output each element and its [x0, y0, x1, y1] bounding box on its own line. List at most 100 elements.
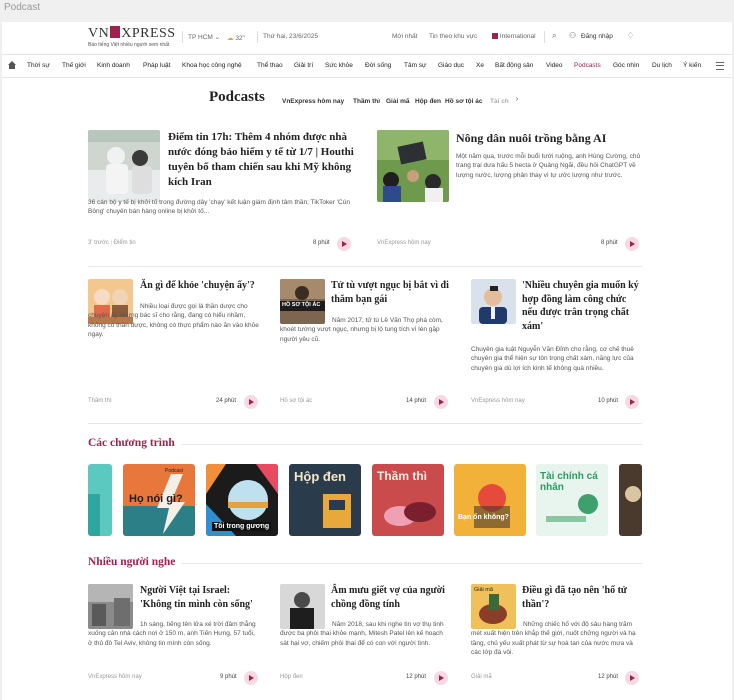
article-category[interactable]: VnExpress hôm nay [471, 398, 525, 404]
article-category[interactable]: VnExpress hôm nay [377, 240, 431, 246]
article-category[interactable]: Điểm tin [114, 240, 136, 246]
nav-item[interactable]: Thể thao [257, 62, 283, 69]
play-button[interactable] [625, 671, 639, 685]
region-news-link[interactable]: Tin theo khu vực [429, 33, 477, 40]
article-category[interactable]: Thầm thì [88, 398, 112, 404]
nav-item[interactable]: Du lịch [652, 62, 672, 69]
article-time: 3' trước [88, 240, 109, 246]
article-title[interactable]: Tử tù vượt ngục bị bắt vì đi thăm bạn gá… [331, 279, 453, 306]
menu-icon[interactable] [716, 62, 724, 70]
article-title[interactable]: 'Nhiều chuyên gia muốn ký hợp đồng làm c… [522, 279, 642, 333]
article-category[interactable]: Hộp đen [280, 674, 303, 680]
nav-item[interactable]: Đời sống [365, 62, 391, 69]
article-thumbnail[interactable] [88, 130, 160, 202]
nav-item[interactable]: Podcasts [574, 62, 601, 69]
play-button[interactable] [434, 671, 448, 685]
search-icon[interactable]: ⌕ [552, 31, 556, 41]
program-card-partial[interactable] [88, 464, 112, 536]
featured-article-title[interactable]: Nông dân nuôi trồng bằng AI [456, 130, 642, 146]
bell-icon[interactable]: ♢ [627, 31, 634, 40]
weather: ☁ 32o [227, 33, 245, 43]
nav-item[interactable]: Ý kiến [683, 62, 701, 69]
user-icon: ⚇ [569, 31, 577, 40]
section-line [182, 444, 642, 445]
article-title[interactable]: Âm mưu giết vợ của người chồng đồng tính [331, 584, 453, 611]
article-thumbnail[interactable] [471, 279, 516, 324]
article-meta: 3' trước | Điểm tin [88, 240, 136, 246]
browser-tab-title: Podcast [4, 2, 41, 13]
program-card[interactable]: Thầm thì [372, 464, 444, 536]
site-header: VN XPRESS Báo tiếng Việt nhiều người xem … [2, 22, 732, 54]
play-button[interactable] [337, 237, 351, 251]
play-button[interactable] [434, 395, 448, 409]
program-name: Thầm thì [377, 469, 427, 483]
home-icon[interactable] [7, 60, 17, 70]
nav-item[interactable]: Góc nhìn [613, 62, 639, 69]
podcast-tab[interactable]: Thầm thì [353, 98, 380, 105]
nav-item[interactable]: Tâm sự [404, 62, 426, 69]
nav-item[interactable]: Bất động sản [495, 62, 533, 69]
article-title[interactable]: Người Việt tại Israel: 'Không tin mình c… [140, 584, 262, 611]
program-card[interactable]: Bạn ổn không? [454, 464, 526, 536]
play-button[interactable] [244, 671, 258, 685]
location-label: TP HCM [188, 34, 213, 41]
article-category[interactable]: VnExpress hôm nay [88, 674, 142, 680]
program-card[interactable]: Tôi trong gương [206, 464, 278, 536]
current-date: Thứ hai, 23/6/2025 [263, 33, 318, 40]
nav-item[interactable]: Giải trí [294, 62, 313, 69]
divider [544, 31, 545, 43]
latest-link[interactable]: Mới nhất [392, 33, 418, 40]
site-logo[interactable]: VN XPRESS [88, 26, 176, 42]
international-link[interactable]: International [492, 33, 536, 40]
program-card-partial[interactable] [619, 464, 642, 536]
article-category[interactable]: Giải mã [471, 674, 492, 680]
divider [182, 31, 183, 43]
thumbnail-label: Giải mã [474, 587, 493, 593]
podcast-tab[interactable]: VnExpress hôm nay [282, 98, 344, 105]
duration: 24 phút [216, 398, 237, 404]
article-desc: Năm 2018, sau khi nghe tin vợ thụ tinh đ… [280, 621, 444, 647]
article-thumbnail[interactable] [377, 130, 449, 202]
nav-item[interactable]: Pháp luật [143, 62, 170, 69]
divider [88, 266, 642, 267]
e-icon [492, 33, 498, 39]
nav-item[interactable]: Giáo dục [438, 62, 464, 69]
program-card[interactable]: Tài chính cá nhân [536, 464, 608, 536]
podcast-tab[interactable]: Giải mã [386, 98, 409, 105]
featured-article-desc: 36 cán bộ y tế bị khởi tố trong đường dâ… [88, 199, 350, 216]
location-selector[interactable]: TP HCM ⌄ [188, 33, 220, 41]
logo-text-right: XPRESS [121, 26, 176, 41]
article-title[interactable]: Điều gì đã tạo nên 'hố tử thần'? [522, 584, 642, 611]
play-button[interactable] [625, 395, 639, 409]
nav-item[interactable]: Xe [476, 62, 484, 69]
chevron-right-icon[interactable]: › [512, 94, 522, 104]
program-name: Bạn ổn không? [458, 514, 509, 521]
article-category[interactable]: Hồ sơ tội ác [280, 398, 312, 404]
chevron-down-icon: ⌄ [214, 34, 221, 41]
section-line [182, 563, 642, 564]
nav-item[interactable]: Video [546, 62, 563, 69]
nav-item[interactable]: Sức khỏe [325, 62, 353, 69]
program-name: Tài chính cá nhân [540, 471, 598, 493]
featured-article-title[interactable]: Điểm tin 17h: Thêm 4 nhóm được nhà nước … [168, 130, 354, 189]
program-card[interactable]: Họ nói gì? Podcast [123, 464, 195, 536]
nav-item[interactable]: Khoa học công nghệ [182, 62, 242, 69]
section-heading: Nhiều người nghe [88, 556, 176, 568]
duration: 9 phút [220, 674, 237, 680]
podcast-tab[interactable]: Hồ sơ tội ác [445, 98, 483, 105]
login-link[interactable]: Đăng nhập [581, 33, 613, 40]
play-button[interactable] [244, 395, 258, 409]
duration: 12 phút [598, 674, 619, 680]
temperature: 32 [235, 35, 243, 43]
nav-item[interactable]: Kinh doanh [97, 62, 130, 69]
nav-item[interactable]: Thời sự [27, 62, 50, 69]
article-desc: Chuyên gia luật Nguyễn Văn Đỉnh cho rằng… [471, 346, 634, 372]
nav-item[interactable]: Thế giới [62, 62, 86, 69]
article-title[interactable]: Ăn gì để khỏe 'chuyện ấy'? [140, 279, 262, 293]
program-card[interactable]: Hộp đen [289, 464, 361, 536]
play-button[interactable] [625, 237, 639, 251]
program-badge: Podcast [165, 468, 184, 474]
podcast-tab[interactable]: Tài ch [490, 98, 509, 105]
podcast-tab[interactable]: Hộp đen [415, 98, 441, 105]
weather-icon: ☁ [227, 35, 234, 43]
